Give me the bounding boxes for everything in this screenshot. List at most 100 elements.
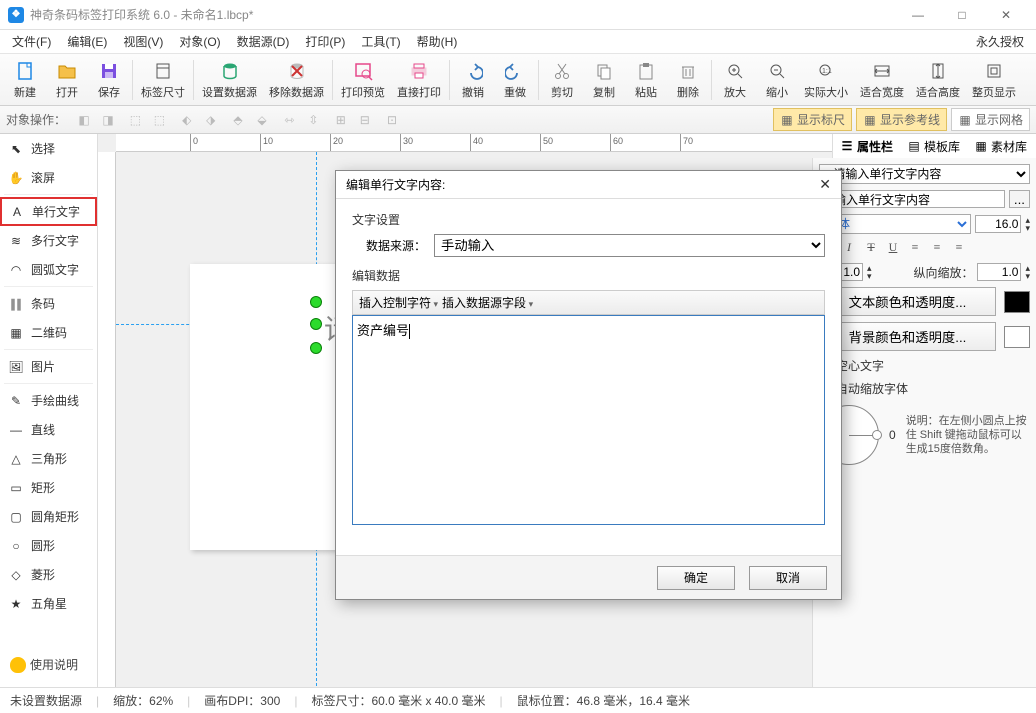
tb-重做[interactable]: 重做 — [494, 56, 536, 104]
content-dropdown[interactable]: - 请输入单行文字内容 — [819, 164, 1030, 184]
menu-print[interactable]: 打印(P) — [297, 30, 353, 53]
app-logo-icon: ❖ — [8, 7, 24, 23]
toggle-ruler[interactable]: ▦显示标尺 — [773, 108, 852, 131]
datasource-select[interactable]: 手动输入 — [434, 234, 825, 257]
toggle-guides[interactable]: ▦显示参考线 — [856, 108, 947, 131]
tb-打开[interactable]: 打开 — [46, 56, 88, 104]
menu-file[interactable]: 文件(F) — [4, 30, 59, 53]
menu-object[interactable]: 对象(O) — [171, 30, 228, 53]
maximize-button[interactable]: □ — [940, 0, 984, 30]
tb-整页显示[interactable]: 整页显示 — [966, 56, 1022, 104]
tool-多行文字[interactable]: ≋多行文字 — [0, 226, 97, 255]
menu-view[interactable]: 视图(V) — [115, 30, 171, 53]
insert-field-button[interactable]: 插入数据源字段 — [442, 294, 533, 311]
help-link[interactable]: 使用说明 — [4, 650, 84, 679]
close-button[interactable]: ✕ — [984, 0, 1028, 30]
distribute-h-icon[interactable]: ⇿ — [278, 110, 300, 130]
bringfront-icon[interactable]: ⬚ — [124, 110, 146, 130]
tb-新建[interactable]: 新建 — [4, 56, 46, 104]
tool-菱形[interactable]: ◇菱形 — [0, 560, 97, 589]
italic-button[interactable]: I — [841, 240, 857, 255]
status-size: 标签尺寸：60.0 毫米 x 40.0 毫米 — [311, 692, 485, 709]
fontsize-spinner[interactable]: ▴▾ — [1025, 216, 1030, 232]
tool-圆形[interactable]: ○圆形 — [0, 531, 97, 560]
tb-适合高度[interactable]: 适合高度 — [910, 56, 966, 104]
hscale-right-input[interactable] — [977, 263, 1021, 281]
align-left-icon[interactable]: ⬖ — [176, 110, 198, 130]
tool-直线[interactable]: ―直线 — [0, 415, 97, 444]
text-edit-area[interactable]: 资产编号 — [352, 315, 825, 525]
tb-保存[interactable]: 保存 — [88, 56, 130, 104]
menu-tools[interactable]: 工具(T) — [353, 30, 408, 53]
toggle-grid[interactable]: ▦显示网格 — [951, 108, 1030, 131]
tb-移除数据源[interactable]: 移除数据源 — [263, 56, 330, 104]
tb-缩小[interactable]: 缩小 — [756, 56, 798, 104]
selection-handle[interactable] — [310, 318, 322, 330]
tool-三角形[interactable]: △三角形 — [0, 444, 97, 473]
align-right-icon[interactable]: ⬘ — [227, 110, 249, 130]
tool-icon: ★ — [7, 597, 25, 611]
tb-撤销[interactable]: 撤销 — [452, 56, 494, 104]
content-input[interactable] — [819, 190, 1005, 208]
align-left-button[interactable]: ≡ — [907, 240, 923, 255]
align-right-button[interactable]: ≡ — [951, 240, 967, 255]
underline-button[interactable]: U — [885, 240, 901, 255]
ok-button[interactable]: 确定 — [657, 566, 735, 590]
insert-control-char-button[interactable]: 插入控制字符 — [359, 294, 438, 311]
tool-手绘曲线[interactable]: ✎手绘曲线 — [0, 386, 97, 415]
layer-icon[interactable]: ◧ — [73, 110, 95, 130]
tool-单行文字[interactable]: A单行文字 — [0, 197, 97, 226]
hscale-left-spinner[interactable]: ▴▾ — [867, 264, 872, 280]
content-more-button[interactable]: ... — [1009, 190, 1030, 208]
text-color-swatch[interactable] — [1004, 291, 1030, 313]
dialog-close-button[interactable]: ✕ — [819, 176, 831, 193]
tb-设置数据源[interactable]: 设置数据源 — [196, 56, 263, 104]
tb-适合宽度[interactable]: 适合宽度 — [854, 56, 910, 104]
tab-assets[interactable]: ▦素材库 — [967, 135, 1034, 158]
bg-color-swatch[interactable] — [1004, 326, 1030, 348]
tb-删除[interactable]: 删除 — [667, 56, 709, 104]
menu-help[interactable]: 帮助(H) — [409, 30, 466, 53]
tool-矩形[interactable]: ▭矩形 — [0, 473, 97, 502]
distribute-v-icon[interactable]: ⇳ — [302, 110, 324, 130]
tool-圆弧文字[interactable]: ◠圆弧文字 — [0, 255, 97, 284]
menu-edit[interactable]: 编辑(E) — [59, 30, 115, 53]
cancel-button[interactable]: 取消 — [749, 566, 827, 590]
bg-color-button[interactable]: 背景颜色和透明度... — [819, 322, 996, 351]
tool-条码[interactable]: ∥∥条码 — [0, 289, 97, 318]
tb-标签尺寸[interactable]: 标签尺寸 — [135, 56, 191, 104]
sendback-icon[interactable]: ⬚ — [148, 110, 170, 130]
tb-放大[interactable]: 放大 — [714, 56, 756, 104]
tool-圆角矩形[interactable]: ▢圆角矩形 — [0, 502, 97, 531]
tb-粘贴[interactable]: 粘贴 — [625, 56, 667, 104]
minimize-button[interactable]: ― — [896, 0, 940, 30]
tool-图片[interactable]: 🖼图片 — [0, 352, 97, 381]
tb-剪切[interactable]: 剪切 — [541, 56, 583, 104]
text-color-button[interactable]: 文本颜色和透明度... — [819, 287, 996, 316]
tb-直接打印[interactable]: 直接打印 — [391, 56, 447, 104]
tool-滚屏[interactable]: ✋滚屏 — [0, 163, 97, 192]
align-center-icon[interactable]: ⬗ — [200, 110, 222, 130]
tab-properties[interactable]: ☰属性栏 — [833, 135, 900, 158]
selection-handle[interactable] — [310, 342, 322, 354]
fontsize-input[interactable] — [975, 215, 1021, 233]
ungroup-icon[interactable]: ⊟ — [354, 110, 376, 130]
tb-复制[interactable]: 复制 — [583, 56, 625, 104]
align-top-icon[interactable]: ⬙ — [251, 110, 273, 130]
align-center-button[interactable]: ≡ — [929, 240, 945, 255]
tool-选择[interactable]: ⬉选择 — [0, 134, 97, 163]
hscale-right-spinner[interactable]: ▴▾ — [1025, 264, 1030, 280]
tool-二维码[interactable]: ▦二维码 — [0, 318, 97, 347]
tb-实际大小[interactable]: 1:1实际大小 — [798, 56, 854, 104]
menu-datasource[interactable]: 数据源(D) — [229, 30, 298, 53]
ruler-tick: 70 — [680, 134, 693, 152]
layer2-icon[interactable]: ◨ — [97, 110, 119, 130]
lock-icon[interactable]: ⊡ — [381, 110, 403, 130]
tb-打印预览[interactable]: 打印预览 — [335, 56, 391, 104]
tab-templates[interactable]: ▤模板库 — [900, 135, 967, 158]
strike-button[interactable]: T — [863, 240, 879, 255]
tool-五角星[interactable]: ★五角星 — [0, 589, 97, 618]
group-icon[interactable]: ⊞ — [330, 110, 352, 130]
selection-handle[interactable] — [310, 296, 322, 308]
redo-icon — [504, 60, 526, 82]
